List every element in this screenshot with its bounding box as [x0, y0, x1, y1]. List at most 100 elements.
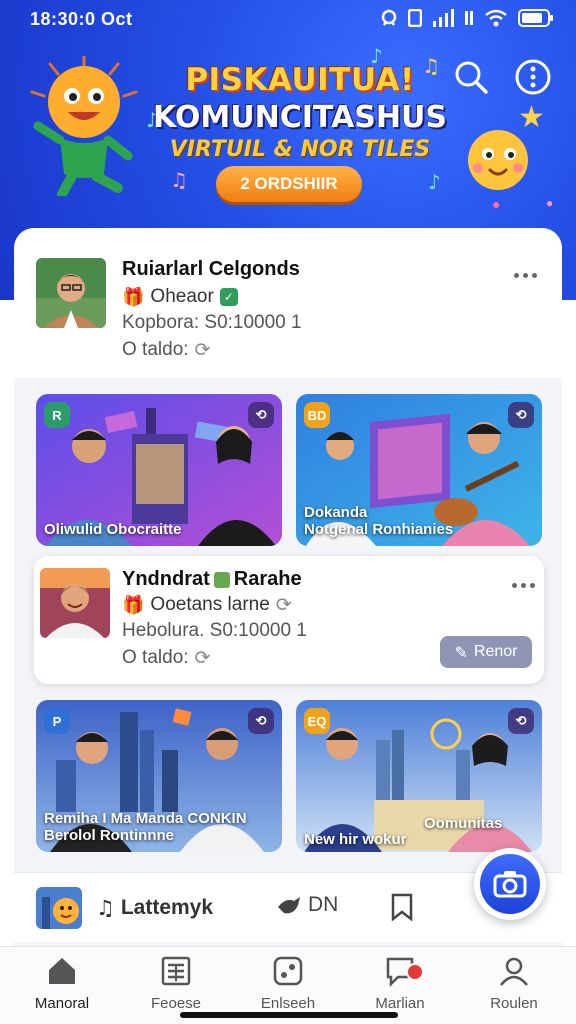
post-author-last: Rarahe [233, 568, 302, 590]
tile-badge: P [44, 708, 70, 734]
camera-icon [493, 871, 527, 898]
post-meta: O taldo: [122, 647, 189, 668]
nav-label: Roulen [490, 995, 538, 1012]
hero-cta-button[interactable]: 2 ORDSHIIR [216, 166, 362, 202]
search-button[interactable] [452, 58, 490, 96]
post-meta: O taldo: [122, 339, 189, 360]
follow-button[interactable]: ✎ Renor [440, 636, 532, 668]
sim-icon [408, 9, 422, 27]
post-more-button[interactable] [514, 270, 540, 280]
hero-title-line-1: PISKAUITUA! [185, 62, 415, 98]
mascot-right [468, 130, 528, 190]
media-tile[interactable]: EQ ⟲ New hir wokur Oomunitas [296, 700, 542, 852]
follow-button-label: Renor [473, 643, 518, 660]
post-more-button[interactable] [512, 580, 538, 590]
verified-icon: ✓ [219, 288, 238, 306]
newspaper-icon [161, 956, 191, 986]
post-subline: Kopbora: S0:10000 1 [122, 312, 302, 333]
post-card[interactable]: Ruiarlarl Celgonds 🎁 Oheaor ✓ Kopbora: S… [14, 228, 562, 378]
nav-item-profile[interactable]: Roulen [464, 955, 564, 1012]
wifi-icon [485, 9, 507, 27]
share-icon[interactable]: ⟲ [248, 708, 274, 734]
bookmark-button[interactable] [390, 893, 414, 921]
avatar-photo [36, 258, 106, 328]
nav-label: Feoese [150, 995, 202, 1012]
search-icon [455, 61, 488, 94]
nav-label: Marlian [375, 995, 425, 1012]
avatar[interactable] [36, 258, 106, 328]
post-author-name[interactable]: Ruiarlarl Celgonds [122, 258, 300, 281]
refresh-icon: ⟳ [194, 339, 211, 361]
post-tag: Oheaor [150, 286, 214, 307]
mini-player-control[interactable]: DN [276, 893, 338, 917]
mini-player-control-label: DN [308, 893, 339, 916]
mini-player-title: Lattemyk [120, 896, 214, 919]
hero-title: PISKAUITUA! KOMUNCITASHUS VIRTUIL & NOR … [150, 62, 450, 162]
bird-icon [278, 897, 300, 914]
tile-caption: New hir wokur [304, 831, 407, 848]
refresh-icon: ⟳ [275, 594, 292, 616]
post-tag-row: 🎁 Ooetans larne ⟳ [122, 594, 292, 616]
data-icon [465, 11, 473, 25]
hero-title-line-3: VIRTUIL & NOR TILES [169, 137, 431, 162]
media-tile[interactable]: P ⟲ Remiha I Ma Manda CONKIN Berolol Ron… [36, 700, 282, 852]
status-time: 18:30:0 Oct [30, 9, 133, 29]
alarm-icon [381, 9, 397, 26]
tile-image [296, 700, 542, 852]
tile-caption: Remiha I Ma Manda CONKIN Berolol Rontinn… [44, 810, 247, 844]
mascot-left [30, 56, 138, 196]
music-note-icon: ♫ [96, 896, 115, 920]
tile-badge: R [44, 402, 70, 428]
bookmark-icon [391, 893, 413, 921]
more-vertical-icon [515, 59, 551, 95]
tile-caption: Dokanda Notgenal Ronhianies [304, 504, 454, 538]
music-note-icon: ✎ [454, 642, 468, 662]
post-tag-row: 🎁 Oheaor ✓ [122, 286, 238, 308]
camera-fab-button[interactable] [474, 848, 546, 920]
share-icon[interactable]: ⟲ [508, 402, 534, 428]
status-icons [380, 9, 554, 27]
sparkle-icon: ● [546, 196, 554, 210]
tile-badge: BD [304, 402, 330, 428]
fab-circle [480, 854, 540, 914]
more-options-button[interactable] [514, 58, 552, 96]
leaf-icon [213, 571, 230, 588]
gift-icon: 🎁 [122, 594, 145, 615]
mini-player-title-row: ♫ Lattemyk [96, 896, 213, 920]
tile-caption: Oliwulid Obocraitte [44, 521, 182, 538]
content-sheet: Ruiarlarl Celgonds 🎁 Oheaor ✓ Kopbora: S… [14, 228, 562, 948]
nav-item-feed[interactable]: Feoese [126, 955, 226, 1012]
battery-icon [518, 9, 553, 27]
tile-caption-right: Oomunitas [424, 815, 503, 832]
nav-label: Manoral [34, 995, 90, 1012]
tile-badge: EQ [304, 708, 330, 734]
status-bar: 18:30:0 Oct [0, 0, 576, 40]
nav-item-messages[interactable]: Marlian [350, 955, 450, 1012]
notification-badge [406, 963, 424, 981]
post-card[interactable]: Yndndrat Rarahe 🎁 Ooetans larne ⟳ Hebolu… [34, 556, 544, 684]
refresh-icon: ⟳ [194, 647, 211, 669]
profile-icon [500, 957, 528, 986]
nav-item-home[interactable]: Manoral [12, 955, 112, 1012]
music-note-icon: ♫ [170, 168, 188, 192]
avatar-photo [40, 568, 110, 638]
media-tile[interactable]: BD ⟲ Dokanda Notgenal Ronhianies [296, 394, 542, 546]
share-icon[interactable]: ⟲ [248, 402, 274, 428]
mini-player-thumbnail[interactable] [36, 887, 82, 929]
thumbnail-image [36, 887, 82, 929]
square-dots-icon [273, 956, 303, 986]
post-author-first: Yndndrat [122, 568, 210, 590]
hero-title-line-2: KOMUNCITASHUS [153, 100, 447, 135]
share-icon[interactable]: ⟲ [508, 708, 534, 734]
media-tile[interactable]: R ⟲ Oliwulid Obocraitte [36, 394, 282, 546]
avatar[interactable] [40, 568, 110, 638]
post-meta-row: O taldo: ⟳ [122, 339, 210, 361]
nav-item-explore[interactable]: Enlseeh [238, 955, 338, 1012]
sparkle-icon: ● [492, 196, 501, 212]
home-icon [49, 958, 75, 984]
nav-label: Enlseeh [260, 995, 316, 1012]
post-tag: Ooetans larne [150, 594, 270, 615]
post-meta-row: O taldo: ⟳ [122, 647, 210, 669]
post-author-name[interactable]: Yndndrat Rarahe [122, 568, 302, 591]
music-note-icon: ♪ [428, 170, 441, 194]
